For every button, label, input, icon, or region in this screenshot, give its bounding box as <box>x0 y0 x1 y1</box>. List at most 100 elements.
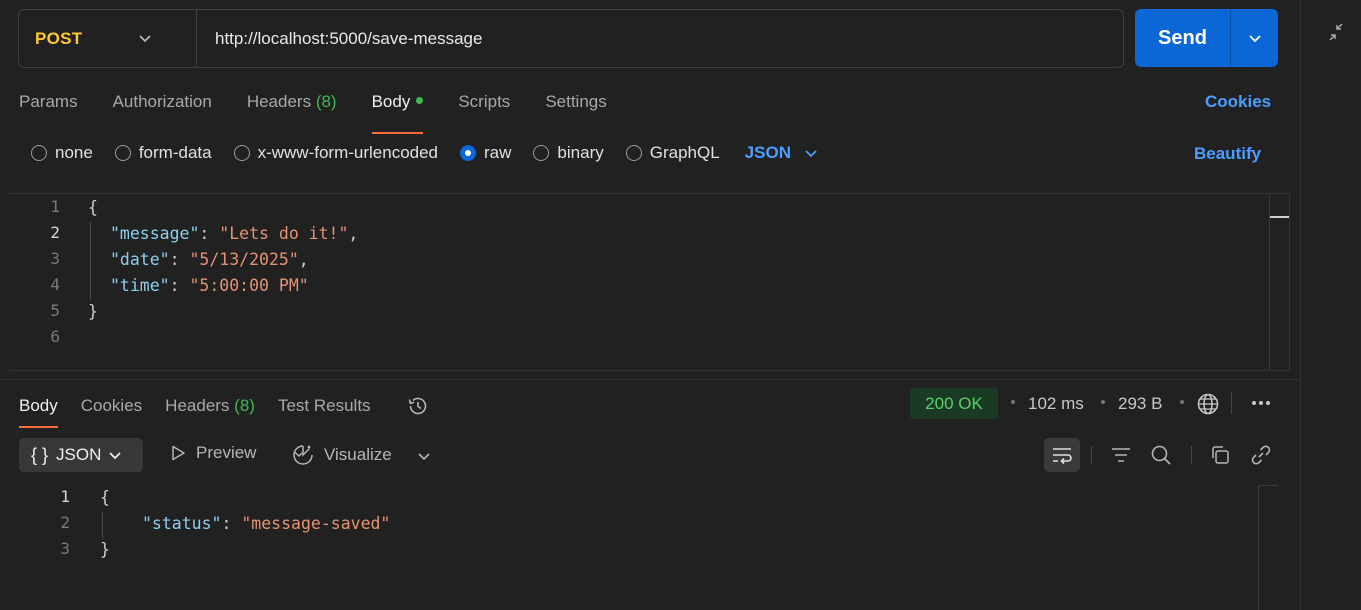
chevron-down-icon[interactable] <box>416 448 432 464</box>
editor-scrollbar[interactable] <box>1269 194 1270 370</box>
tab-response-headers[interactable]: Headers (8) <box>165 396 255 416</box>
response-time[interactable]: 102 ms <box>1028 394 1084 414</box>
radio-circle <box>533 145 550 161</box>
history-icon[interactable] <box>406 394 430 418</box>
more-options-icon[interactable] <box>1250 393 1272 413</box>
method-label: POST <box>35 28 83 48</box>
tab-response-body[interactable]: Body <box>19 396 58 428</box>
tab-response-cookies[interactable]: Cookies <box>81 396 142 416</box>
line-number: 3 <box>60 539 70 558</box>
tab-label: Authorization <box>112 92 212 111</box>
code-line-status: "status": "message-saved" <box>142 514 391 533</box>
code-line-time: "time": "5:00:00 PM" <box>110 276 309 295</box>
chevron-down-icon <box>805 150 817 158</box>
beautify-button[interactable]: Beautify <box>1194 144 1261 164</box>
tab-params[interactable]: Params <box>19 92 78 122</box>
radio-form-data[interactable]: form-data <box>114 143 212 163</box>
right-sidebar <box>1300 0 1361 610</box>
separator-dot <box>1180 400 1184 404</box>
tab-scripts[interactable]: Scripts <box>458 92 510 122</box>
response-format-select[interactable]: { } JSON <box>19 438 143 472</box>
tab-label: Params <box>19 92 78 111</box>
response-size[interactable]: 293 B <box>1118 394 1162 414</box>
code-line-message: "message": "Lets do it!", <box>110 224 359 243</box>
radio-raw[interactable]: raw <box>460 143 511 163</box>
copy-icon[interactable] <box>1209 444 1231 466</box>
language-select[interactable]: JSON <box>745 143 819 163</box>
radio-label: raw <box>484 143 512 162</box>
tab-body[interactable]: Body <box>371 92 424 134</box>
status-badge[interactable]: 200 OK <box>910 388 998 419</box>
main-panel: POST Send Params Authorization Headers (… <box>0 0 1300 610</box>
radio-urlencoded[interactable]: x-www-form-urlencoded <box>233 143 438 163</box>
send-options-button[interactable] <box>1231 9 1278 67</box>
line-number: 5 <box>50 301 60 320</box>
radio-graphql[interactable]: GraphQL <box>625 143 720 163</box>
line-number: 1 <box>60 487 70 506</box>
format-label: JSON <box>56 445 102 464</box>
json-value: "5/13/2025" <box>189 250 299 269</box>
tab-label: Body <box>371 92 411 111</box>
json-comma: , <box>348 224 359 243</box>
radio-label: form-data <box>138 143 212 162</box>
line-number: 2 <box>60 513 70 532</box>
response-scrollbar[interactable] <box>1258 485 1259 610</box>
tab-label: Scripts <box>458 92 511 111</box>
line-number: 4 <box>50 275 60 294</box>
cursor-marker <box>1270 216 1289 218</box>
separator-dot <box>1101 400 1105 404</box>
preview-button[interactable]: Preview <box>169 443 256 463</box>
search-icon[interactable] <box>1150 444 1172 466</box>
json-value: "Lets do it!" <box>219 224 349 243</box>
radio-label: none <box>55 143 93 162</box>
code-open-brace: { <box>88 198 98 217</box>
tab-settings[interactable]: Settings <box>545 92 606 122</box>
divider <box>1191 446 1192 464</box>
json-comma: , <box>298 250 309 269</box>
line-number: 6 <box>50 327 60 346</box>
method-select[interactable]: POST <box>19 10 179 67</box>
globe-icon[interactable] <box>1196 392 1220 416</box>
radio-label: GraphQL <box>649 143 720 162</box>
radio-circle <box>31 145 47 161</box>
tab-label: Body <box>19 396 58 415</box>
body-type-options: none form-data x-www-form-urlencoded raw… <box>31 143 819 163</box>
send-button[interactable]: Send <box>1135 9 1231 67</box>
divider <box>1091 446 1092 464</box>
radio-none[interactable]: none <box>31 143 93 163</box>
play-icon <box>172 445 185 461</box>
request-url-bar: POST <box>18 9 1124 68</box>
json-braces-icon: { } <box>31 444 49 465</box>
tab-label: Cookies <box>80 396 143 415</box>
filter-icon[interactable] <box>1110 445 1132 465</box>
preview-label: Preview <box>196 443 257 462</box>
line-number: 3 <box>50 249 60 268</box>
divider <box>0 379 1300 380</box>
response-tabs: Body Cookies Headers (8) Test Results <box>19 394 430 428</box>
tab-label: Test Results <box>277 396 371 415</box>
chevron-down-icon <box>1248 35 1261 43</box>
divider <box>1231 392 1232 414</box>
word-wrap-button[interactable] <box>1044 438 1080 472</box>
link-icon[interactable] <box>1250 444 1272 466</box>
collapse-arrows-icon[interactable] <box>1326 22 1346 42</box>
tab-headers[interactable]: Headers (8) <box>247 92 337 122</box>
code-line-date: "date": "5/13/2025", <box>110 250 309 269</box>
tab-label: Settings <box>545 92 607 111</box>
code-open-brace: { <box>100 488 110 507</box>
tab-authorization[interactable]: Authorization <box>113 92 212 122</box>
line-number: 1 <box>50 197 60 216</box>
cookies-link[interactable]: Cookies <box>1205 92 1271 112</box>
divider <box>1259 485 1278 486</box>
radio-binary[interactable]: binary <box>533 143 604 163</box>
radio-circle <box>625 145 642 161</box>
visualize-button[interactable]: Visualize <box>291 443 392 467</box>
code-close-brace: } <box>100 540 110 559</box>
json-key: "status" <box>142 514 222 533</box>
wrap-lines-icon <box>1053 448 1072 465</box>
language-label: JSON <box>744 143 791 162</box>
body-modified-dot <box>416 97 424 104</box>
radio-circle <box>114 145 131 161</box>
url-input[interactable] <box>196 10 1116 67</box>
tab-test-results[interactable]: Test Results <box>278 396 371 416</box>
